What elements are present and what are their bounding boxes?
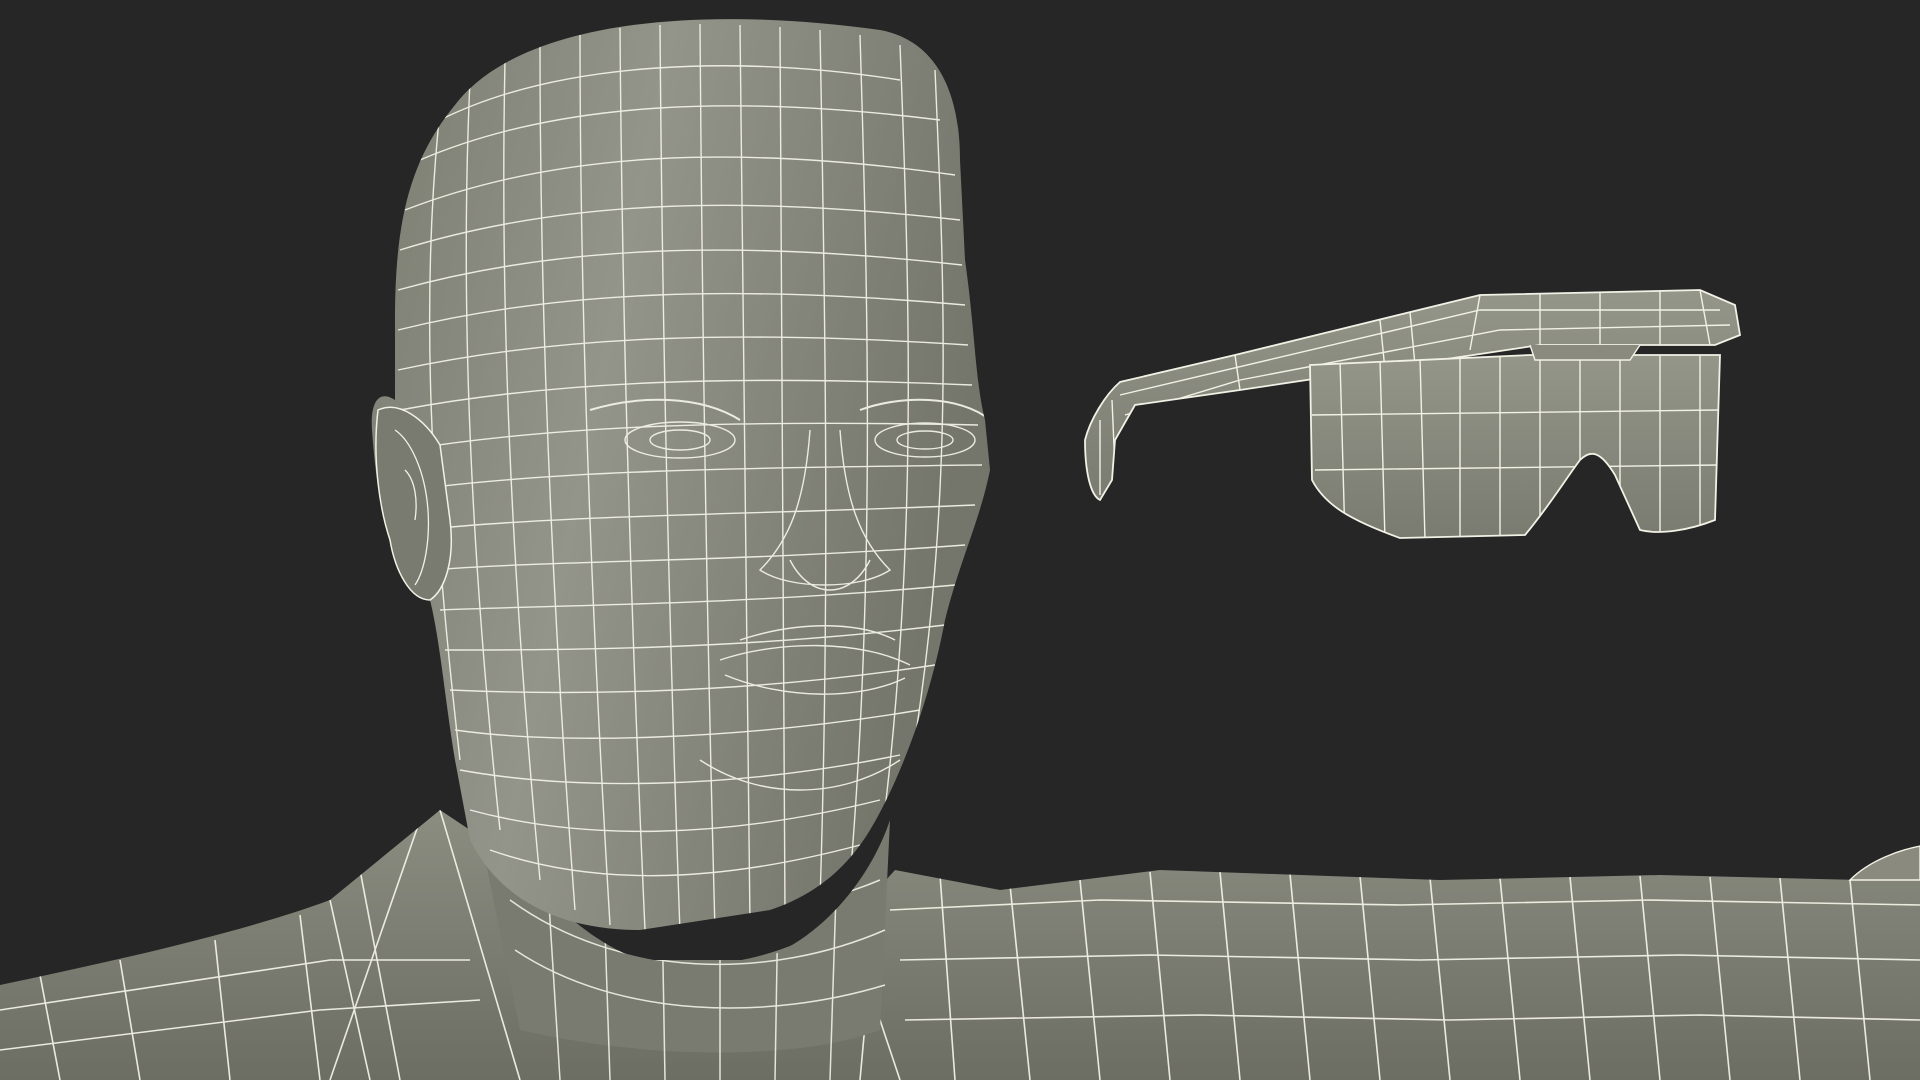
wireframe-render — [0, 0, 1920, 1080]
viewport — [0, 0, 1920, 1080]
